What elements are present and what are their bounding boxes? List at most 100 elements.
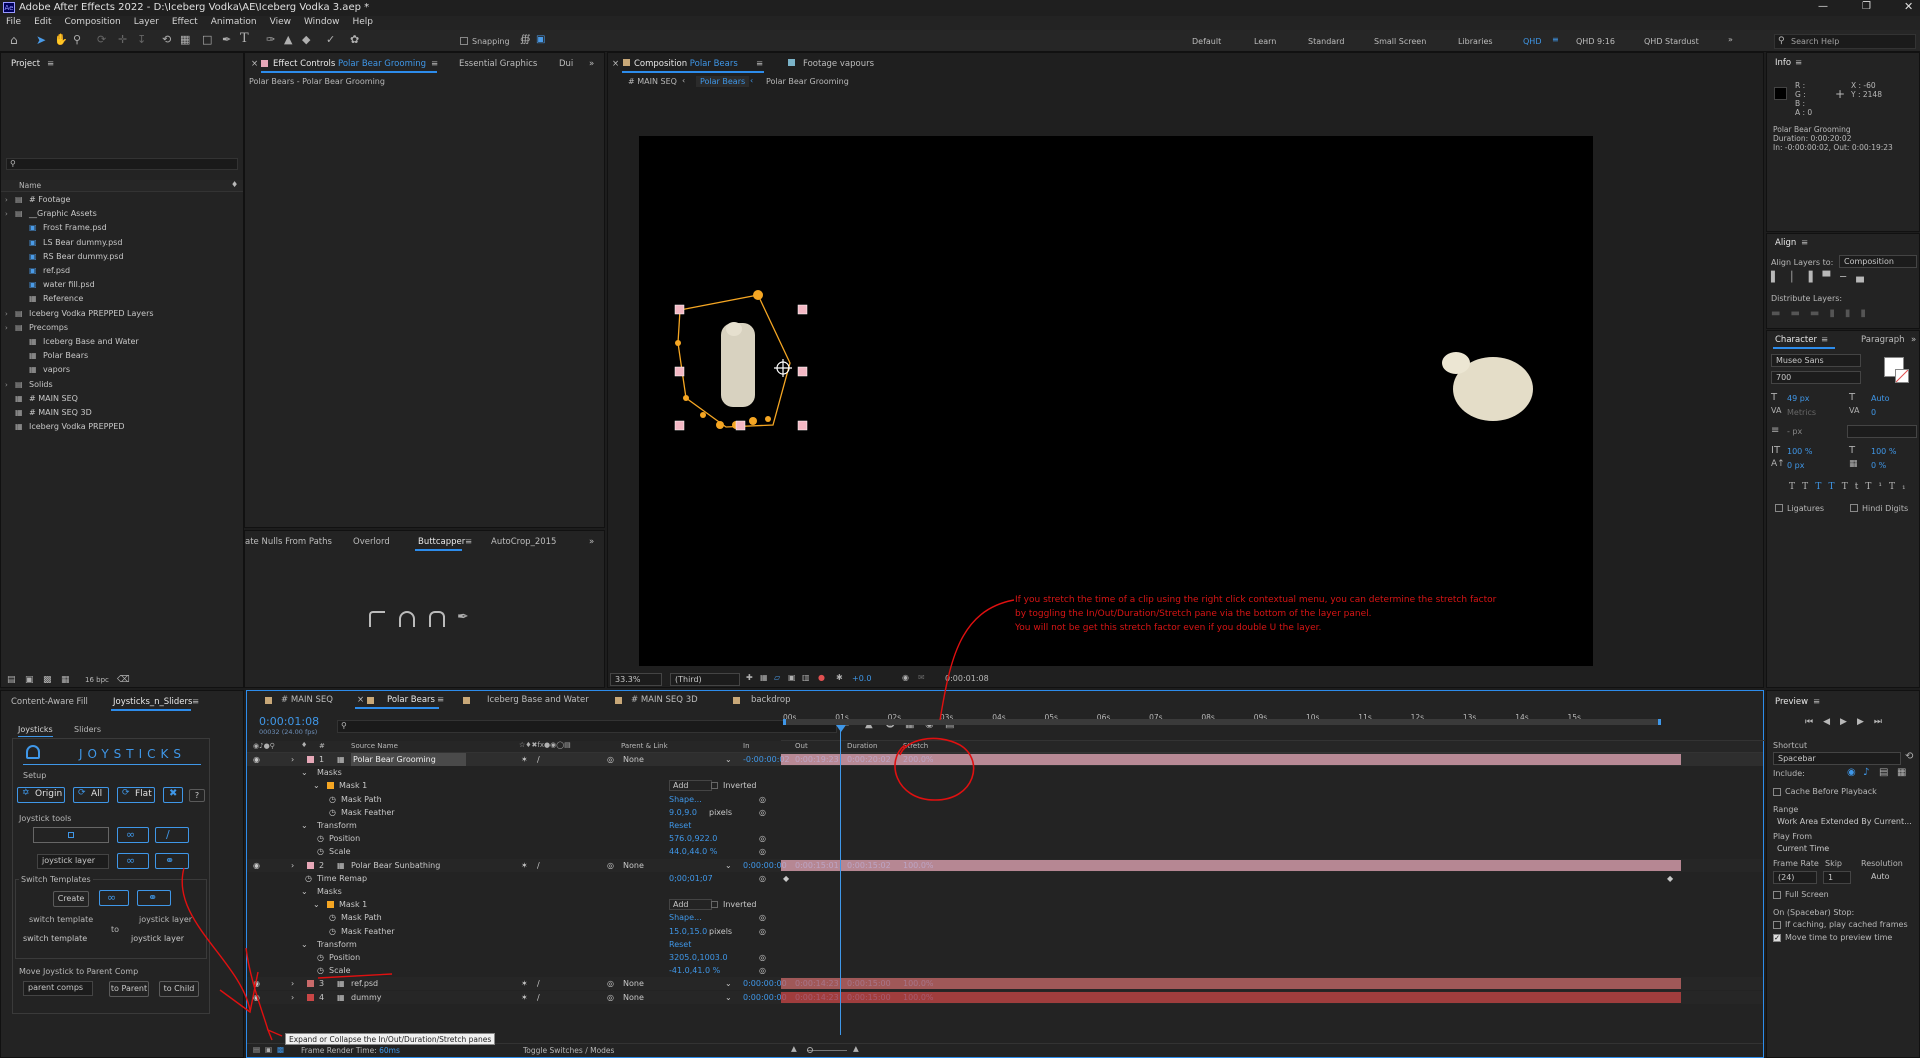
disclosure-triangle-icon[interactable]: › xyxy=(5,207,8,221)
distribute-right-icon[interactable]: ▮ xyxy=(1860,308,1876,319)
property-row[interactable]: ◷ Position 576.0,922.0 ◎ xyxy=(247,832,1763,845)
pick-whip-icon[interactable]: ◎ xyxy=(607,753,614,766)
buttcapper-menu-icon[interactable]: ≡ xyxy=(465,535,472,549)
create-button[interactable]: Create xyxy=(53,891,89,907)
project-item[interactable]: › ▤ # Footage xyxy=(1,193,243,207)
pick-whip-icon[interactable]: ◎ xyxy=(607,859,614,872)
reset-button[interactable]: ✖ xyxy=(163,787,183,803)
caching-checkbox[interactable] xyxy=(1773,921,1781,929)
fast-preview-icon[interactable]: ✚ xyxy=(746,673,753,682)
visibility-eye-icon[interactable]: ◉ xyxy=(253,977,260,990)
transfer-controls-toggle-icon[interactable]: ▣ xyxy=(265,1045,272,1054)
curve-tool-button[interactable]: ∕ xyxy=(155,827,189,843)
range-dropdown[interactable]: Work Area Extended By Current... xyxy=(1773,816,1917,829)
toggle-switches-modes[interactable]: Toggle Switches / Modes xyxy=(523,1046,614,1055)
layer-duration-bar[interactable] xyxy=(781,978,1681,990)
zoom-slider[interactable] xyxy=(807,1050,847,1051)
property-value[interactable]: Reset xyxy=(669,819,691,832)
character-tab[interactable]: Character xyxy=(1775,333,1817,347)
disclosure-triangle-icon[interactable]: ⌄ xyxy=(313,779,320,792)
shy-switch-icon[interactable]: ✶ xyxy=(521,859,528,872)
label-color-swatch[interactable] xyxy=(307,756,314,763)
project-search-input[interactable]: ⚲ xyxy=(6,158,238,170)
project-settings-icon[interactable]: ▦ xyxy=(61,675,70,685)
scripts-overflow-icon[interactable]: » xyxy=(589,535,594,549)
project-item[interactable]: ▦ # MAIN SEQ 3D xyxy=(1,406,243,420)
time-ruler[interactable]: 00s 01s 02s 03s 04s 05s 06s 07s 08s 09s 10s 11s 12s 1… xyxy=(781,711,1765,741)
parent-dropdown[interactable]: None xyxy=(623,991,644,1004)
project-item[interactable]: ▦ Polar Bears xyxy=(1,349,243,363)
include-layer-controls-icon[interactable]: ▦ xyxy=(1897,767,1906,778)
info-tab[interactable]: Info xyxy=(1775,56,1791,70)
disclosure-triangle-icon[interactable]: › xyxy=(5,321,8,335)
property-row[interactable]: ⌄ Masks xyxy=(247,885,1763,898)
tab-main-seq-3d[interactable]: # MAIN SEQ 3D xyxy=(631,693,698,707)
joysticks-subtab[interactable]: Joysticks xyxy=(18,725,53,737)
stretch-header[interactable]: Stretch xyxy=(903,742,928,750)
search-help-box[interactable]: ⚲ Search Help xyxy=(1774,34,1916,49)
bpc-label[interactable]: 16 bpc xyxy=(85,676,109,684)
link-icon[interactable]: ◎ xyxy=(759,832,766,845)
skip-dropdown[interactable]: 1 xyxy=(1823,871,1851,884)
snap-options-icon[interactable]: ▣ xyxy=(536,34,545,45)
quality-switch-icon[interactable]: ∕ xyxy=(537,991,540,1004)
link-icon[interactable]: ◎ xyxy=(759,793,766,806)
snapping-checkbox[interactable] xyxy=(460,37,468,45)
grid-guides-icon[interactable]: ▥ xyxy=(802,673,810,682)
workspace-menu-icon[interactable]: ≡ xyxy=(1552,35,1559,44)
stopwatch-icon[interactable]: ◷ xyxy=(317,964,324,977)
workspace-libraries[interactable]: Libraries xyxy=(1458,37,1493,46)
flat-button[interactable]: ⟳ Flat xyxy=(117,787,155,803)
mask-mode-dropdown[interactable]: Add xyxy=(669,780,712,792)
property-value[interactable]: 9.0,9.0 xyxy=(669,806,697,819)
visibility-eye-icon[interactable]: ◉ xyxy=(253,753,260,766)
tracking-value[interactable]: 0 xyxy=(1871,408,1876,417)
dui-tab[interactable]: Dui xyxy=(559,57,573,71)
horizontal-scale-value[interactable]: 100 % xyxy=(1871,447,1896,456)
tab-main-seq[interactable]: # MAIN SEQ xyxy=(281,693,333,707)
create-nulls-tab[interactable]: ate Nulls From Paths xyxy=(245,535,332,549)
color-channel-icon[interactable]: ● xyxy=(818,673,825,682)
parent-link-header[interactable]: Parent & Link xyxy=(621,742,668,750)
project-item[interactable]: ▣ water fill.psd xyxy=(1,278,243,292)
ligatures-checkbox[interactable] xyxy=(1775,504,1783,512)
project-item[interactable]: ▦ Iceberg Base and Water xyxy=(1,335,243,349)
parent-comps-dropdown[interactable]: parent comps xyxy=(23,981,93,996)
transparency-grid-icon[interactable]: ▦ xyxy=(760,673,768,682)
rotate-tool-icon[interactable]: ⟲ xyxy=(162,33,171,46)
close-polar-tab-icon[interactable]: × xyxy=(357,693,364,707)
close-icon[interactable]: ✕ xyxy=(1904,0,1913,13)
last-frame-icon[interactable]: ⏭ xyxy=(1874,717,1892,727)
link-icon[interactable]: ◎ xyxy=(759,964,766,977)
new-folder-icon[interactable]: ▣ xyxy=(25,675,34,685)
project-tab[interactable]: Project xyxy=(11,57,40,71)
home-icon[interactable]: ⌂ xyxy=(10,33,18,47)
sliders-subtab[interactable]: Sliders xyxy=(74,725,101,734)
puppet-tool-icon[interactable]: ✿ xyxy=(350,33,359,46)
stopwatch-icon[interactable]: ◷ xyxy=(317,845,324,858)
layer-row[interactable]: ◉3›▦ref.psd✶∕◎None⌄0:00:00:000:00:14:230… xyxy=(247,977,1763,991)
label-header-icon[interactable]: ♦ xyxy=(301,741,307,749)
font-family-dropdown[interactable]: Museo Sans xyxy=(1771,354,1861,367)
property-row[interactable]: ◷ Mask Feather 9.0,9.0 pixels ◎ xyxy=(247,806,1763,819)
joysticks-n-sliders-tab[interactable]: Joysticks_n_Sliders xyxy=(113,695,192,709)
minimize-icon[interactable]: — xyxy=(1818,1,1828,12)
link-tool-button[interactable]: ∞ xyxy=(117,827,149,843)
joysticks-menu-icon[interactable]: ≡ xyxy=(192,695,199,709)
switch-unlink-button[interactable]: ⚭ xyxy=(137,890,171,906)
work-area-bar[interactable] xyxy=(783,719,1661,725)
cti-head[interactable] xyxy=(836,725,846,732)
menu-effect[interactable]: Effect xyxy=(172,17,198,27)
inverted-checkbox[interactable] xyxy=(711,782,718,790)
roto-brush-tool-icon[interactable]: ✓ xyxy=(326,33,335,46)
link-icon[interactable]: ◎ xyxy=(759,911,766,924)
mask-mode-dropdown[interactable]: Add xyxy=(669,899,712,911)
current-time-indicator[interactable] xyxy=(840,725,841,1035)
pen-tool-icon[interactable]: ✒ xyxy=(222,33,231,46)
link-icon[interactable]: ◎ xyxy=(759,845,766,858)
orbit-tool-icon[interactable]: ⟳ xyxy=(97,33,106,46)
link-icon[interactable]: ◎ xyxy=(759,925,766,938)
character-menu-icon[interactable]: ≡ xyxy=(1821,333,1828,347)
faux-bold-icon[interactable]: T xyxy=(1789,482,1802,492)
font-weight-dropdown[interactable]: 700 xyxy=(1771,371,1861,384)
